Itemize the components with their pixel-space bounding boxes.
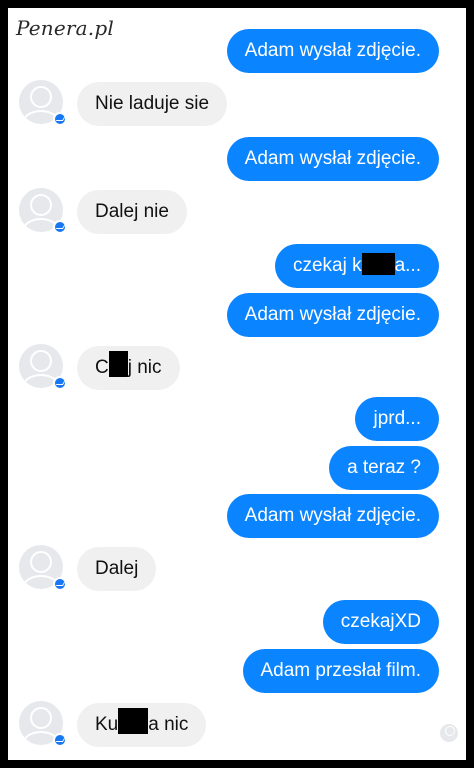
chat-screenshot: Penera.pl Adam wysłał zdjęcie. Nie laduj…	[8, 8, 466, 760]
message-bubble-incoming[interactable]: Nie laduje sie	[77, 82, 228, 126]
site-watermark: Penera.pl	[16, 16, 114, 40]
message-bubble-incoming[interactable]: Dalej	[77, 547, 157, 591]
message-text: Dalej nie	[95, 201, 169, 222]
message-bubble-outgoing[interactable]: Adam wysłał zdjęcie.	[226, 137, 439, 181]
message-bubble-incoming[interactable]: Dalej nie	[77, 190, 187, 234]
messenger-badge-icon	[53, 112, 67, 126]
messenger-badge-icon	[53, 577, 67, 591]
message-text: czekajXD	[340, 611, 421, 632]
message-text: Adam wysłał zdjęcie.	[244, 505, 421, 526]
message-text: Adam przesłał film.	[260, 660, 422, 681]
seen-receipt-avatar-icon	[440, 724, 458, 742]
message-text: Dalej	[95, 558, 139, 579]
censor-bar	[108, 351, 128, 377]
avatar-head-icon	[30, 86, 52, 108]
message-text-end: j nic	[127, 357, 162, 378]
message-bubble-outgoing[interactable]: czekaj k a...	[274, 244, 439, 288]
message-text-end: a...	[394, 255, 421, 276]
message-bubble-incoming[interactable]: Cj nic	[77, 346, 180, 390]
message-text: Nie laduje sie	[95, 93, 210, 114]
censor-bar	[118, 708, 149, 734]
censor-bar	[361, 253, 395, 275]
message-bubble-outgoing[interactable]: czekajXD	[322, 600, 439, 644]
message-text-start: C	[95, 357, 109, 378]
message-text: jprd...	[373, 408, 421, 429]
message-bubble-outgoing[interactable]: Adam wysłał zdjęcie.	[226, 29, 439, 73]
messenger-badge-icon	[53, 376, 67, 390]
messenger-badge-icon	[53, 733, 67, 747]
message-bubble-outgoing[interactable]: Adam wysłał zdjęcie.	[226, 293, 439, 337]
message-text-start: czekaj k	[292, 255, 362, 276]
message-text-start: Ku	[95, 714, 119, 735]
message-text-end: a nic	[148, 714, 189, 735]
message-text: Adam wysłał zdjęcie.	[244, 148, 421, 169]
avatar-head-icon	[30, 350, 52, 372]
message-text: Adam wysłał zdjęcie.	[244, 304, 421, 325]
message-text: a teraz ?	[347, 457, 421, 478]
message-bubble-outgoing[interactable]: Adam wysłał zdjęcie.	[226, 494, 439, 538]
avatar-head-icon	[30, 707, 52, 729]
message-bubble-outgoing[interactable]: jprd...	[355, 397, 439, 441]
messenger-badge-icon	[53, 220, 67, 234]
message-bubble-outgoing[interactable]: a teraz ?	[329, 446, 439, 490]
message-bubble-incoming[interactable]: Ku a nic	[77, 703, 207, 747]
avatar-head-icon	[30, 551, 52, 573]
message-bubble-outgoing[interactable]: Adam przesłał film.	[242, 649, 439, 693]
avatar-head-icon	[30, 194, 52, 216]
message-text: Adam wysłał zdjęcie.	[244, 40, 421, 61]
